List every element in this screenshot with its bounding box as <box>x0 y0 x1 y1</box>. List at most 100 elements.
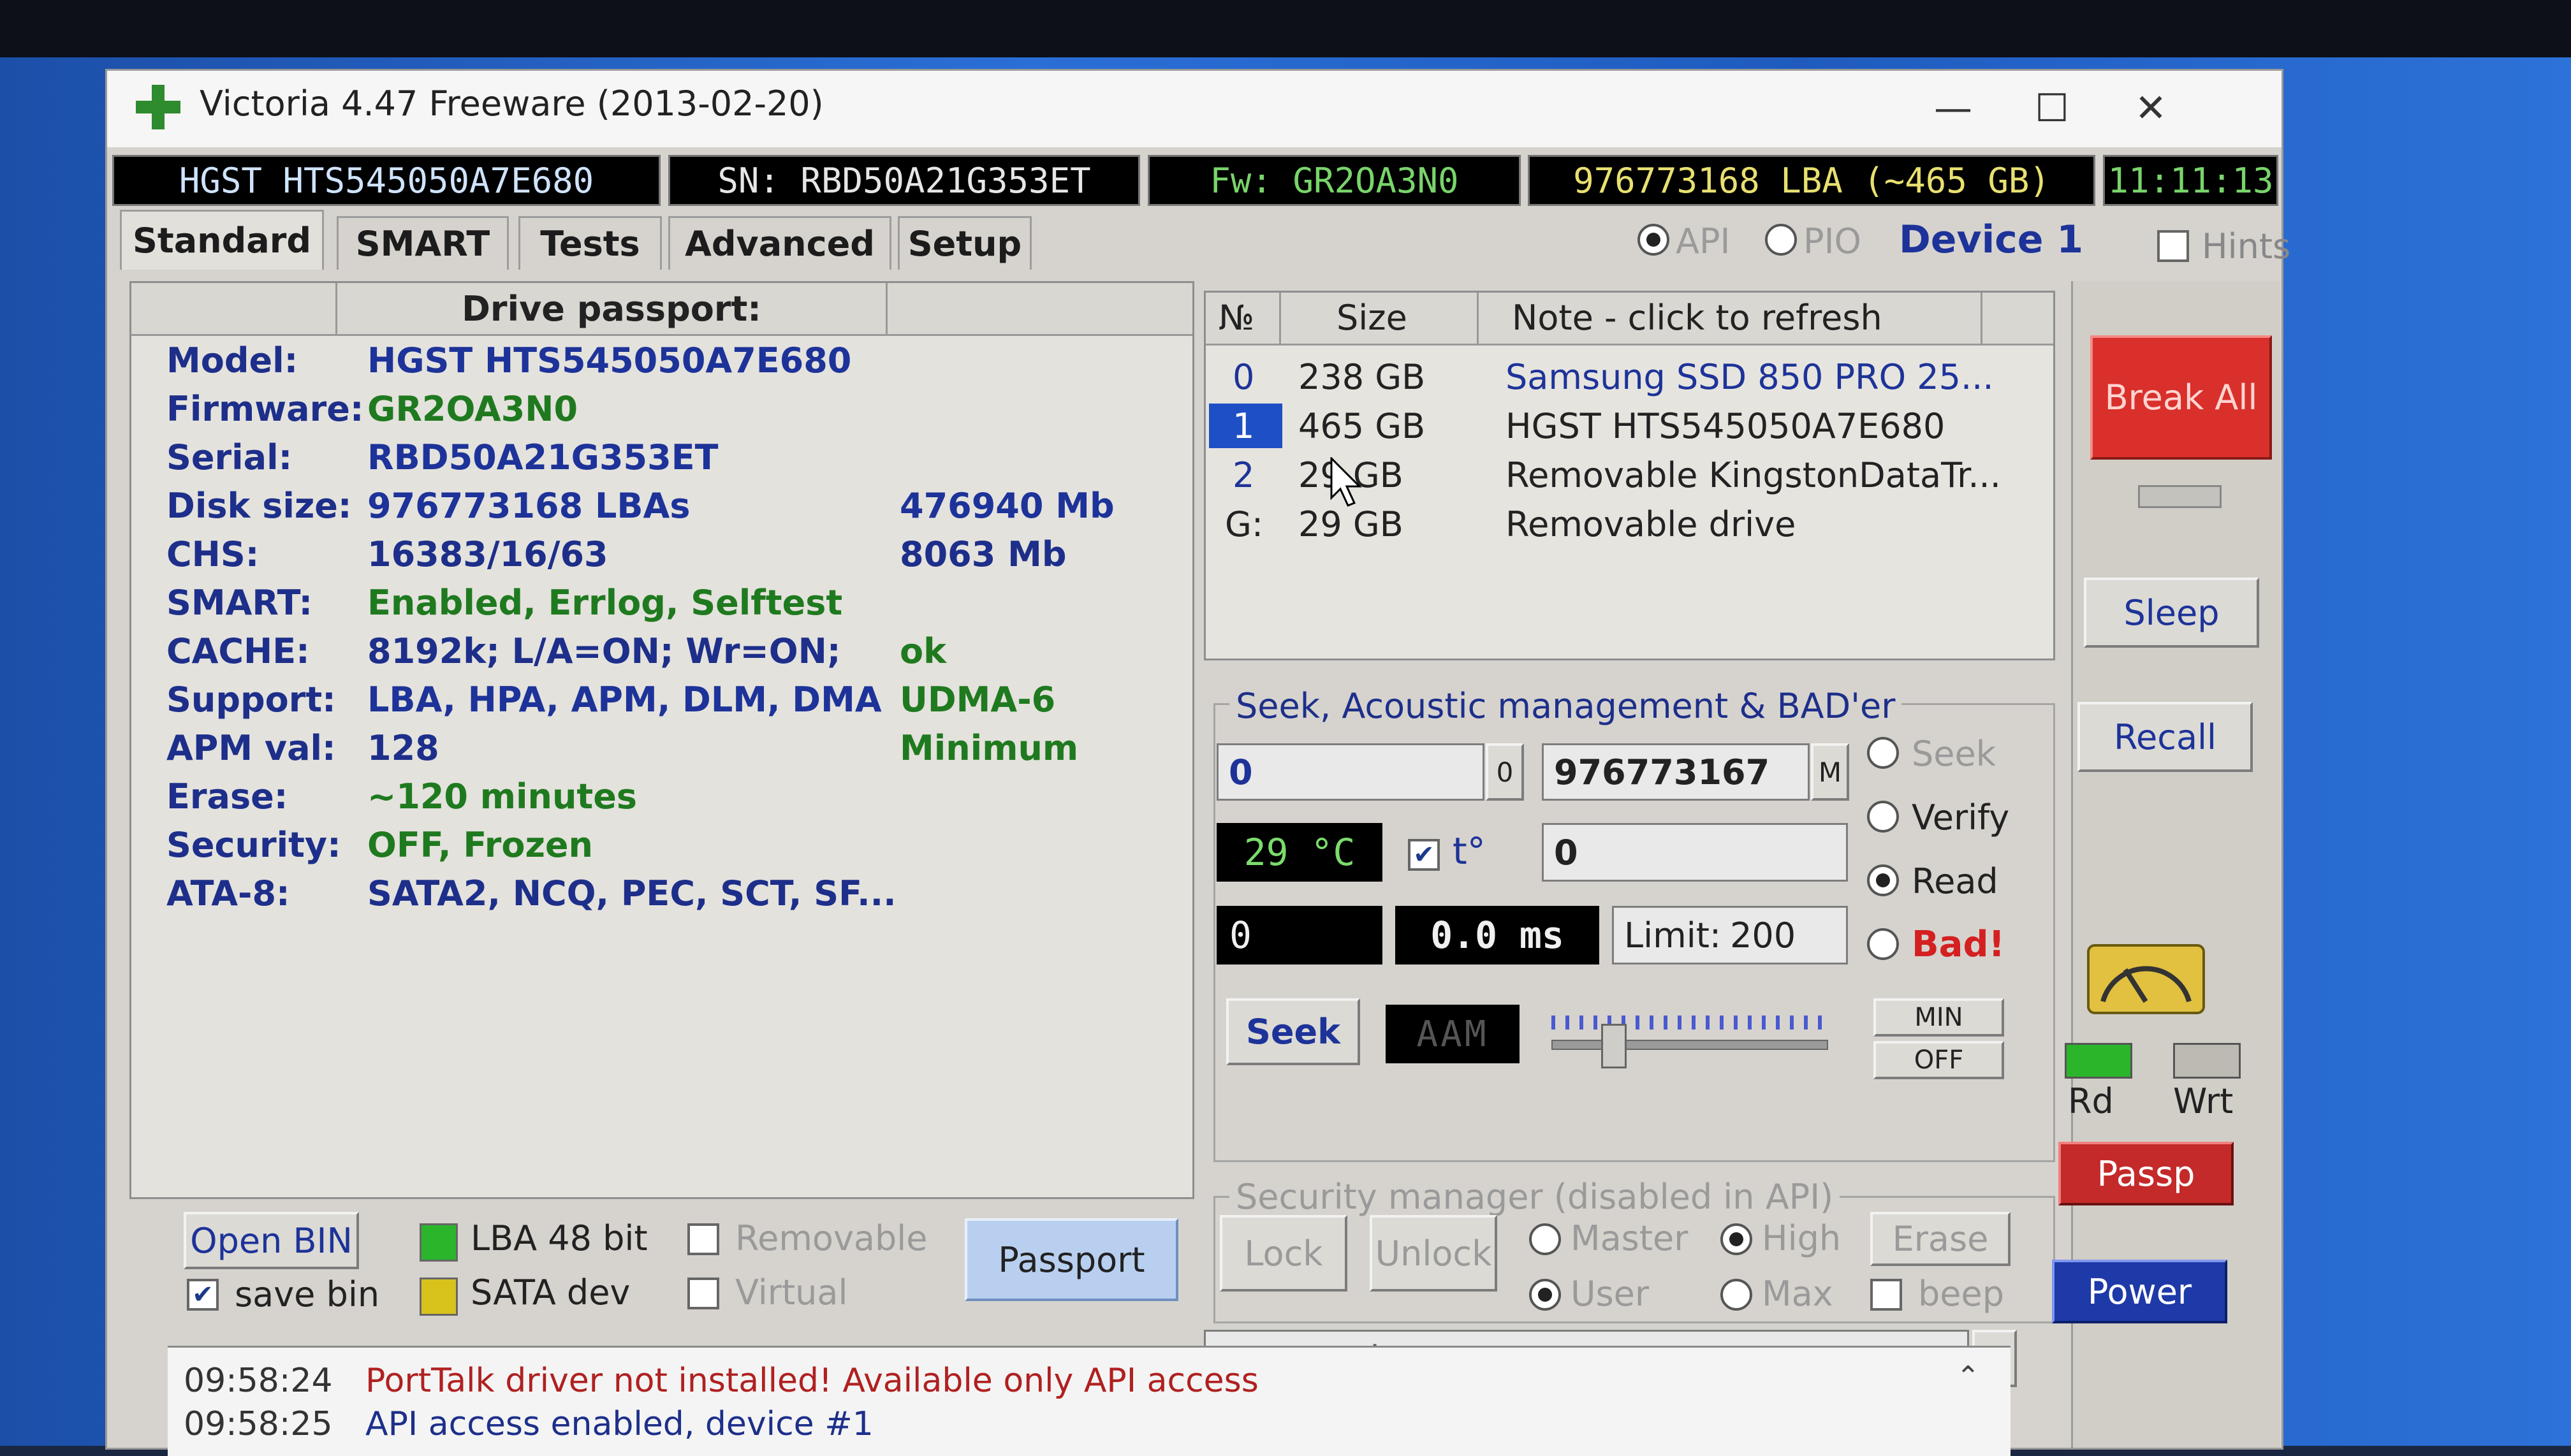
seek-group-title: Seek, Acoustic management & BAD'er <box>1229 686 1902 726</box>
maximize-button[interactable]: ☐ <box>2017 80 2087 137</box>
col-divider <box>1279 293 1281 344</box>
scroll-up-icon[interactable]: ⌃ <box>1956 1360 1980 1393</box>
tab-advanced[interactable]: Advanced <box>668 216 891 270</box>
passport-value: ~120 minutes <box>367 776 638 817</box>
user-radio[interactable] <box>1529 1279 1561 1311</box>
master-label: Master <box>1571 1218 1688 1258</box>
drive-row[interactable]: 0 238 GB Samsung SSD 850 PRO 25... <box>1206 353 2053 402</box>
drive-note: Removable KingstonDataTr... <box>1505 455 2001 495</box>
aam-off-button[interactable]: OFF <box>1873 1041 2004 1079</box>
passport-button[interactable]: Passport <box>965 1218 1178 1301</box>
api-radio[interactable] <box>1637 224 1669 256</box>
aam-slider[interactable] <box>1551 1001 1828 1068</box>
tab-setup[interactable]: Setup <box>898 216 1032 270</box>
drive-no: G: <box>1225 504 1264 544</box>
mode-bad-radio[interactable] <box>1867 928 1899 960</box>
drive-row-selected[interactable]: 1 465 GB HGST HTS545050A7E680 <box>1206 402 2053 451</box>
log-panel: 09:58:24 PortTalk driver not installed! … <box>168 1346 2011 1456</box>
max-radio[interactable] <box>1720 1279 1752 1311</box>
sleep-button[interactable]: Sleep <box>2084 578 2259 648</box>
col-size-header[interactable]: Size <box>1337 298 1407 338</box>
tab-smart[interactable]: SMART <box>337 216 509 270</box>
mode-seek-radio[interactable] <box>1867 737 1899 769</box>
passport-label: ATA-8: <box>166 873 290 914</box>
header-serial: SN: RBD50A21G353ET <box>668 155 1140 206</box>
drive-no: 1 <box>1233 406 1255 446</box>
slider-ticks <box>1551 1016 1826 1030</box>
drive-no: 0 <box>1233 357 1255 397</box>
position-field: 0 <box>1542 823 1848 882</box>
api-label: API <box>1676 221 1731 261</box>
end-lba-input[interactable]: 976773167 <box>1542 743 1810 801</box>
aam-min-button[interactable]: MIN <box>1873 998 2004 1037</box>
passport-row: SMART: Enabled, Errlog, Selftest <box>166 583 1161 631</box>
lock-button[interactable]: Lock <box>1220 1215 1347 1292</box>
counter-display: 0 <box>1217 906 1382 965</box>
passport-value: RBD50A21G353ET <box>367 437 719 477</box>
erase-button[interactable]: Erase <box>1870 1212 2011 1266</box>
save-bin-checkbox[interactable]: ✔ <box>187 1279 219 1311</box>
seek-button[interactable]: Seek <box>1226 998 1360 1065</box>
mode-seek-label: Seek <box>1912 734 1996 774</box>
slider-thumb[interactable] <box>1601 1024 1627 1068</box>
minimize-button[interactable]: — <box>1918 80 1988 137</box>
virtual-checkbox[interactable] <box>687 1278 719 1309</box>
end-max-button[interactable]: M <box>1811 743 1849 801</box>
col-no-header[interactable]: № <box>1219 298 1254 338</box>
monitor-bezel <box>0 0 2571 57</box>
sata-indicator <box>420 1278 458 1316</box>
passport-header-bar: Drive passport: <box>131 283 1192 336</box>
close-button[interactable]: ✕ <box>2116 80 2186 137</box>
removable-checkbox[interactable] <box>687 1223 719 1255</box>
app-cross-icon <box>136 85 180 129</box>
passport-rows: Model: HGST HTS545050A7E680 Firmware: GR2O… <box>166 340 1161 922</box>
virtual-label: Virtual <box>735 1272 848 1313</box>
passport-label: Support: <box>166 680 336 720</box>
log-message: PortTalk driver not installed! Available… <box>365 1362 1259 1400</box>
pio-radio[interactable] <box>1765 224 1797 256</box>
passport-value: 8192k; L/A=ON; Wr=ON; <box>367 631 841 671</box>
unlock-button[interactable]: Unlock <box>1370 1215 1497 1292</box>
sata-label: SATA dev <box>471 1272 631 1313</box>
passport-value: LBA, HPA, APM, DLM, DMA <box>367 680 882 720</box>
col-note-header[interactable]: Note - click to refresh <box>1512 298 1882 338</box>
hints-checkbox[interactable] <box>2157 230 2189 262</box>
wrt-indicator <box>2173 1043 2241 1079</box>
passport-extra: 476940 Mb <box>900 486 1115 526</box>
passport-label: Serial: <box>166 437 293 477</box>
drive-size: 465 GB <box>1298 406 1426 446</box>
temp-checkbox[interactable]: ✔ <box>1408 839 1440 871</box>
high-radio[interactable] <box>1720 1223 1752 1255</box>
passport-value: GR2OA3N0 <box>367 389 578 429</box>
start-lba-input[interactable]: 0 <box>1217 743 1484 801</box>
mode-verify-radio[interactable] <box>1867 801 1899 833</box>
tab-standard[interactable]: Standard <box>120 210 324 270</box>
break-indicator <box>2138 485 2222 508</box>
drives-list: № Size Note - click to refresh 0 238 GB … <box>1204 291 2055 660</box>
start-zero-button[interactable]: 0 <box>1486 743 1524 801</box>
open-bin-button[interactable]: Open BIN <box>184 1212 359 1269</box>
security-group-title: Security manager (disabled in API) <box>1229 1177 1840 1217</box>
beep-checkbox[interactable] <box>1870 1279 1902 1311</box>
passp-button[interactable]: Passp <box>2058 1142 2234 1205</box>
header-lba: 976773168 LBA (~465 GB) <box>1528 155 2095 206</box>
passport-value: Enabled, Errlog, Selftest <box>367 583 843 623</box>
break-all-button[interactable]: Break All <box>2090 335 2272 460</box>
mode-bad-label: Bad! <box>1912 924 2005 965</box>
tab-tests[interactable]: Tests <box>518 216 662 270</box>
passport-value: HGST HTS545050A7E680 <box>367 340 852 381</box>
header-clock: 11:11:13 <box>2103 155 2278 206</box>
mode-read-radio[interactable] <box>1867 864 1899 896</box>
passport-title: Drive passport: <box>335 283 888 334</box>
recall-button[interactable]: Recall <box>2077 702 2253 772</box>
master-radio[interactable] <box>1529 1223 1561 1255</box>
limit-field[interactable]: Limit: 200 <box>1612 906 1848 965</box>
drive-no: 2 <box>1233 455 1255 495</box>
passport-value: 16383/16/63 <box>367 534 608 574</box>
temperature-display: 29 °C <box>1217 823 1382 882</box>
slider-track <box>1551 1040 1828 1050</box>
time-display: 0.0 ms <box>1395 906 1599 965</box>
power-button[interactable]: Power <box>2052 1260 2227 1323</box>
lba48-label: LBA 48 bit <box>471 1218 648 1258</box>
window-title: Victoria 4.47 Freeware (2013-02-20) <box>200 84 824 124</box>
